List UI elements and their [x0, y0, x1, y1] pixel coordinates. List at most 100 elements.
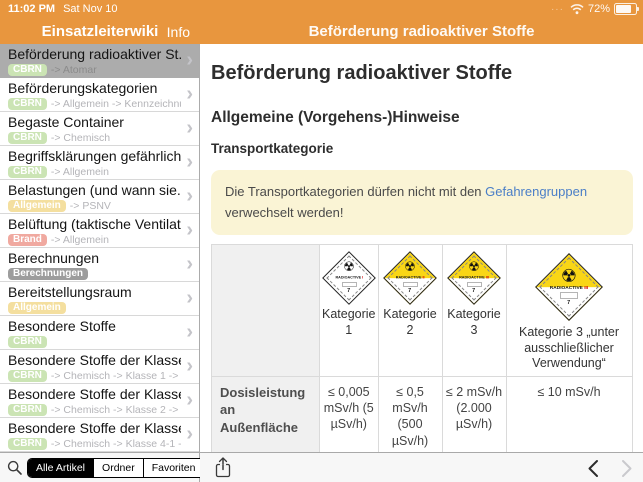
- article-toolbar: [200, 452, 643, 482]
- column-label: Kategorie 1: [322, 307, 376, 338]
- chevron-right-icon: ›: [186, 253, 193, 276]
- article-title: Begaste Container: [8, 114, 181, 131]
- battery-icon: [614, 3, 637, 15]
- list-item[interactable]: Begriffsklärungen gefährlich... CBRN -> …: [0, 146, 199, 180]
- wifi-icon: [570, 4, 584, 15]
- chevron-right-icon: ›: [186, 219, 193, 242]
- sidebar-nav-header: Einsatzleiterwiki Info: [0, 20, 200, 44]
- status-bar: 11:02 PM Sat Nov 10 ··· 72%: [0, 0, 643, 20]
- chevron-right-icon: ›: [186, 423, 193, 446]
- forward-chevron-icon[interactable]: [621, 459, 633, 478]
- chevron-right-icon: ›: [186, 321, 193, 344]
- segment-favoriten[interactable]: Favoriten: [143, 459, 204, 477]
- radiation-trefoil-icon: ☢: [343, 262, 355, 274]
- column-label: Kategorie 3 „unter ausschließlicher Verw…: [509, 325, 630, 372]
- category-badge: CBRN: [8, 98, 47, 110]
- article-title: Begriffsklärungen gefährlich...: [8, 148, 181, 165]
- article-path: -> Allgemein -> Kennzeichnung: [51, 98, 181, 110]
- transport-category-table: ☢ RADIOACTIVE I 7 Kategorie 1 ☢ RADIOACT…: [211, 244, 633, 452]
- chevron-right-icon: ›: [186, 389, 193, 412]
- chevron-right-icon: ›: [186, 287, 193, 310]
- list-item[interactable]: Besondere Stoffe der Klasse 1 CBRN -> Ch…: [0, 350, 199, 384]
- list-item[interactable]: Belastungen (und wann sie... Allgemein -…: [0, 180, 199, 214]
- category-badge: CBRN: [8, 404, 47, 416]
- chevron-right-icon: ›: [186, 185, 193, 208]
- chevron-right-icon: ›: [186, 355, 193, 378]
- article-path: -> Atomar: [51, 64, 97, 76]
- share-icon[interactable]: [213, 456, 233, 480]
- article-title: Besondere Stoffe der Klasse...: [8, 420, 181, 437]
- category-badge: Allgemein: [8, 200, 66, 212]
- list-item[interactable]: Beförderungskategorien CBRN -> Allgemein…: [0, 78, 199, 112]
- gefahrengruppen-link[interactable]: Gefahrengruppen: [485, 184, 587, 199]
- app-window: 11:02 PM Sat Nov 10 ··· 72% Einsatzleite…: [0, 0, 643, 482]
- note-text: verwechselt werden!: [225, 205, 344, 220]
- list-item[interactable]: Berechnungen Berechnungen ›: [0, 248, 199, 282]
- article-list: Beförderung radioaktiver St... CBRN -> A…: [0, 44, 200, 452]
- list-item[interactable]: Besondere Stoffe CBRN ›: [0, 316, 199, 350]
- table-cell: ≤ 2 mSv/h (2.000 µSv/h): [442, 376, 506, 452]
- article-title: Berechnungen: [8, 250, 181, 267]
- row-header: Dosisleistung an Außenfläche: [212, 376, 320, 452]
- segment-ordner[interactable]: Ordner: [93, 459, 143, 477]
- sidebar-toolbar: Alle Artikel Ordner Favoriten: [0, 452, 200, 482]
- column-label: Kategorie 3: [445, 307, 504, 338]
- placard-label-box: [560, 292, 578, 299]
- chevron-right-icon: ›: [186, 83, 193, 106]
- filter-segmented-control: Alle Artikel Ordner Favoriten: [27, 458, 205, 478]
- note-text: Die Transportkategorien dürfen nicht mit…: [225, 184, 485, 199]
- article-title: Bereitstellungsraum: [8, 284, 181, 301]
- article-heading: Beförderung radioaktiver Stoffe: [211, 62, 633, 85]
- article-title: Beförderungskategorien: [8, 80, 181, 97]
- article-title: Besondere Stoffe der Klasse 1: [8, 352, 181, 369]
- subsection-heading: Transportkategorie: [211, 141, 633, 156]
- list-item[interactable]: Begaste Container CBRN -> Chemisch ›: [0, 112, 199, 146]
- cellular-dots-icon: ···: [551, 4, 564, 15]
- info-button[interactable]: Info: [167, 24, 190, 40]
- table-cell: ≤ 0,5 mSv/h (500 µSv/h): [378, 376, 442, 452]
- back-chevron-icon[interactable]: [587, 459, 599, 478]
- article-path: -> Allgemein: [51, 166, 109, 178]
- article-title: Belüftung (taktische Ventilat...: [8, 216, 181, 233]
- article-title: Besondere Stoffe der Klasse 2: [8, 386, 181, 403]
- table-cell: ≤ 10 mSv/h: [506, 376, 632, 452]
- category-3-header: ☢ RADIOACTIVE III 7 Kategorie 3: [442, 244, 506, 376]
- list-item[interactable]: Beförderung radioaktiver St... CBRN -> A…: [0, 44, 199, 78]
- chevron-right-icon: ›: [186, 49, 193, 72]
- category-3-exclusive-header: ☢ RADIOACTIVE III 7 Kategorie 3 „unter a…: [506, 244, 632, 376]
- radiation-trefoil-icon: ☢: [468, 262, 480, 274]
- category-badge: CBRN: [8, 438, 47, 450]
- list-item[interactable]: Besondere Stoffe der Klasse 2 CBRN -> Ch…: [0, 384, 199, 418]
- warning-note: Die Transportkategorien dürfen nicht mit…: [211, 170, 633, 235]
- article-path: -> Chemisch -> Klasse 2 -> Stoffe: [51, 404, 181, 416]
- category-2-header: ☢ RADIOACTIVE II 7 Kategorie 2: [378, 244, 442, 376]
- placard-label-box: [403, 282, 418, 287]
- table-cell: ≤ 0,005 mSv/h (5 µSv/h): [320, 376, 379, 452]
- category-badge: CBRN: [8, 64, 47, 76]
- radioactive-3-placard: ☢ RADIOACTIVE III 7: [447, 251, 501, 305]
- article-nav-header: Beförderung radioaktiver Stoffe: [200, 20, 643, 44]
- article-view: Beförderung radioaktiver Stoffe Allgemei…: [201, 44, 643, 452]
- article-path: -> PSNV: [70, 200, 111, 212]
- radioactive-3-exclusive-placard: ☢ RADIOACTIVE III 7: [535, 253, 603, 321]
- article-path: -> Allgemein: [51, 234, 109, 246]
- list-item[interactable]: Bereitstellungsraum Allgemein ›: [0, 282, 199, 316]
- placard-label-box: [341, 282, 356, 287]
- search-icon[interactable]: [7, 460, 23, 476]
- category-badge: CBRN: [8, 336, 47, 348]
- category-badge: CBRN: [8, 166, 47, 178]
- list-item[interactable]: Belüftung (taktische Ventilat... Brand -…: [0, 214, 199, 248]
- category-badge: CBRN: [8, 132, 47, 144]
- category-badge: Berechnungen: [8, 268, 88, 280]
- segment-alle-artikel[interactable]: Alle Artikel: [28, 459, 93, 477]
- navigation-bar: Einsatzleiterwiki Info Beförderung radio…: [0, 20, 643, 44]
- table-corner-cell: [212, 244, 320, 376]
- list-item[interactable]: Besondere Stoffe der Klasse... CBRN -> C…: [0, 418, 199, 452]
- article-path: -> Chemisch -> Klasse 4-1 -> Stoffe: [51, 438, 181, 450]
- article-title: Beförderung radioaktiver St...: [8, 46, 181, 63]
- chevron-right-icon: ›: [186, 151, 193, 174]
- category-badge: Brand: [8, 234, 47, 246]
- clock: 11:02 PM: [8, 3, 55, 15]
- radioactive-2-placard: ☢ RADIOACTIVE II 7: [383, 251, 437, 305]
- date: Sat Nov 10: [63, 3, 117, 15]
